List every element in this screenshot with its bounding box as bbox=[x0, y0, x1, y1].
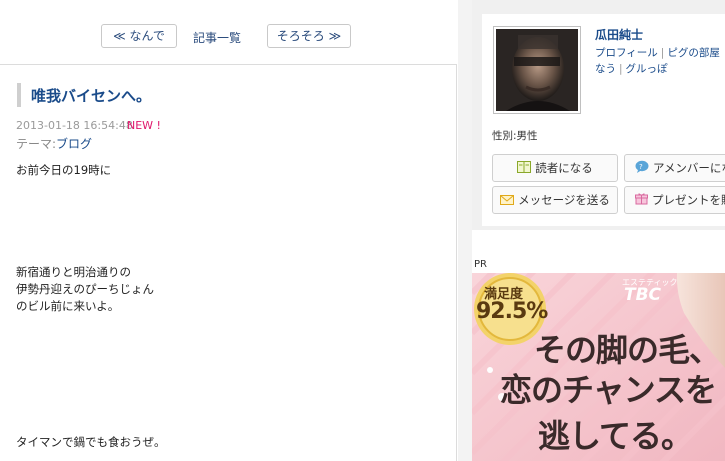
ad-brand-logo: TBC bbox=[624, 285, 662, 305]
envelope-icon bbox=[500, 188, 515, 214]
gift-icon bbox=[635, 188, 648, 214]
body-text-line: お前今日の19時に bbox=[16, 163, 112, 177]
article-title[interactable]: 唯我バイセンへ。 bbox=[31, 85, 151, 106]
theme-link[interactable]: ブログ bbox=[56, 137, 92, 151]
article-theme: テーマ:ブログ bbox=[16, 135, 92, 152]
profile-card: 瓜田純士 プロフィール | ピグの部屋 なう | グルっぽ 性別:男性 読者になる ? … bbox=[482, 14, 725, 226]
article-date: 2013-01-18 16:54:48 bbox=[16, 119, 133, 132]
profile-links: プロフィール | ピグの部屋 なう | グルっぽ bbox=[595, 45, 725, 77]
become-reader-button[interactable]: 読者になる bbox=[492, 154, 618, 182]
title-accent-bar bbox=[17, 83, 21, 107]
ad-satisfaction-value: 92.5% bbox=[476, 299, 548, 324]
link-separator: | bbox=[619, 63, 623, 75]
avatar-photo bbox=[496, 29, 578, 111]
link-separator: | bbox=[660, 47, 665, 59]
amember-label: アメンバーにな bbox=[653, 161, 725, 175]
next-article-button[interactable]: そろそろ ≫ bbox=[267, 24, 351, 48]
profile-link[interactable]: プロフィール bbox=[595, 47, 658, 59]
ad-headline-line-3: 逃してる。 bbox=[538, 417, 693, 455]
send-present-label: プレゼントを贈 bbox=[652, 193, 725, 207]
now-link[interactable]: なう bbox=[595, 63, 616, 75]
body-text-line: のビル前に来いよ。 bbox=[16, 299, 120, 313]
article-navigation: ≪ なんで 記事一覧 そろそろ ≫ bbox=[0, 0, 458, 64]
book-icon bbox=[517, 156, 532, 182]
avatar[interactable] bbox=[493, 26, 581, 114]
pigg-room-link[interactable]: ピグの部屋 bbox=[667, 47, 720, 59]
prev-article-button[interactable]: ≪ なんで bbox=[101, 24, 177, 48]
body-text-line: 新宿通りと明治通りの bbox=[16, 265, 131, 279]
advertisement-banner[interactable]: 満足度 92.5% エステティック TBC その脚の毛、 恋のチャンスを 逃して… bbox=[472, 273, 725, 461]
body-text-line: タイマンで鍋でも食おうぜ。 bbox=[16, 435, 166, 449]
ad-headline-line-2: 恋のチャンスを bbox=[500, 371, 717, 409]
send-message-button[interactable]: メッセージを送る bbox=[492, 186, 618, 214]
article-body: 唯我バイセンへ。 2013-01-18 16:54:48 NEW ! テーマ:ブ… bbox=[0, 64, 457, 461]
become-reader-label: 読者になる bbox=[535, 161, 593, 175]
send-message-label: メッセージを送る bbox=[518, 193, 610, 207]
body-text-line: 伊勢丹迎えのぴーちじょん bbox=[16, 282, 154, 296]
profile-box: 瓜田純士 プロフィール | ピグの部屋 なう | グルっぽ 性別:男性 読者になる ? … bbox=[472, 0, 725, 230]
column-gutter bbox=[458, 0, 472, 461]
gurupe-link[interactable]: グルっぽ bbox=[626, 63, 668, 75]
profile-name[interactable]: 瓜田純士 bbox=[595, 26, 643, 43]
pr-label: PR bbox=[474, 259, 487, 270]
svg-text:?: ? bbox=[639, 163, 643, 171]
chat-bubble-icon: ? bbox=[635, 156, 649, 182]
send-present-button[interactable]: プレゼントを贈 bbox=[624, 186, 725, 214]
theme-prefix: テーマ: bbox=[16, 137, 57, 151]
amember-button[interactable]: ? アメンバーにな bbox=[624, 154, 725, 182]
article-list-link[interactable]: 記事一覧 bbox=[193, 29, 241, 46]
new-badge: NEW ! bbox=[127, 119, 161, 132]
profile-gender: 性別:男性 bbox=[492, 130, 538, 142]
